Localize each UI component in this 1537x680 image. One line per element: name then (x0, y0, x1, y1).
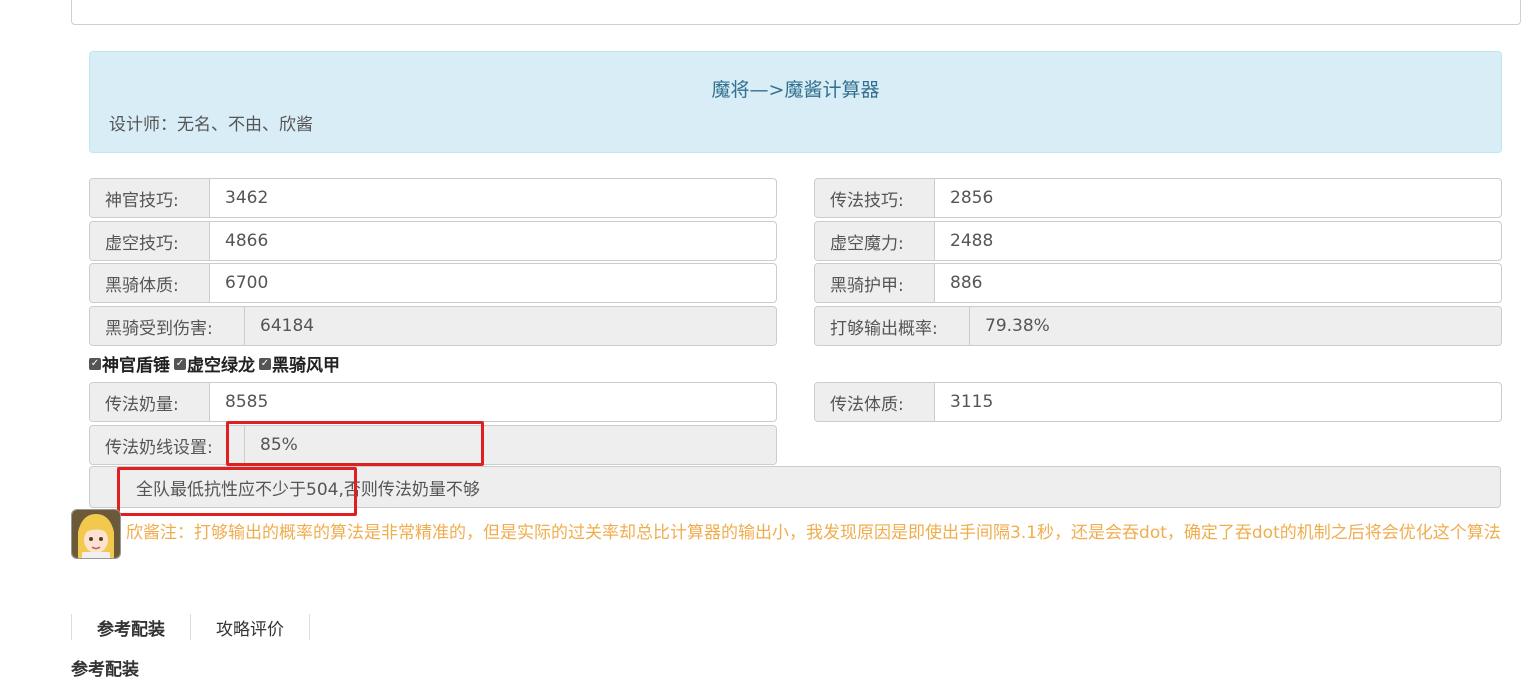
checkbox-heiqi-armor[interactable]: ✓ 黑骑风甲 (259, 351, 340, 376)
calculator-banner: 魔将—>魔酱计算器 设计师：无名、不由、欣酱 (89, 51, 1502, 153)
field-label: 虚空技巧: (90, 222, 210, 260)
bottom-tabs: 参考配装 攻略评价 (71, 614, 310, 640)
heiqi-armor-input[interactable]: 886 (935, 264, 1501, 302)
section-heading: 参考配装 (71, 660, 139, 680)
check-icon: ✓ (259, 357, 271, 370)
field-heiqi-damage: 黑骑受到伤害: 64184 (89, 306, 777, 346)
field-output-probability: 打够输出概率: 79.38% (814, 306, 1502, 346)
field-heiqi-physique: 黑骑体质: 6700 (89, 263, 777, 303)
output-probability-output: 79.38% (970, 307, 1501, 345)
equipment-checkboxes: ✓ 神官盾锤 ✓ 虚空绿龙 ✓ 黑骑风甲 (89, 351, 340, 376)
heiqi-damage-output: 64184 (245, 307, 776, 345)
xukong-skill-input[interactable]: 4866 (210, 222, 776, 260)
field-label: 黑骑受到伤害: (90, 307, 245, 345)
field-heiqi-armor: 黑骑护甲: 886 (814, 263, 1502, 303)
field-label: 神官技巧: (90, 179, 210, 217)
check-icon: ✓ (174, 357, 186, 370)
field-label: 黑骑护甲: (815, 264, 935, 302)
chuanfa-heal-input[interactable]: 8585 (210, 383, 776, 421)
field-label: 传法奶量: (90, 383, 210, 421)
field-chuanfa-physique: 传法体质: 3115 (814, 382, 1502, 422)
checkbox-label: 黑骑风甲 (272, 356, 340, 376)
tab-strategy-review[interactable]: 攻略评价 (190, 614, 310, 640)
checkbox-xukong-dragon[interactable]: ✓ 虚空绿龙 (174, 351, 255, 376)
designer-credits: 设计师：无名、不由、欣酱 (109, 115, 313, 135)
checkbox-label: 神官盾锤 (102, 356, 170, 376)
author-note: 欣酱注：打够输出的概率的算法是非常精准的，但是实际的过关率却总比计算器的输出小，… (126, 523, 1501, 543)
field-label: 传法体质: (815, 383, 935, 421)
notice-rest: 否则传法奶量不够 (343, 479, 480, 500)
chuanfa-physique-input[interactable]: 3115 (935, 383, 1501, 421)
field-label: 传法技巧: (815, 179, 935, 217)
field-label: 黑骑体质: (90, 264, 210, 302)
top-input-box[interactable] (71, 0, 1521, 25)
field-xukong-magic: 虚空魔力: 2488 (814, 221, 1502, 261)
field-shenguan-skill: 神官技巧: 3462 (89, 178, 777, 218)
field-chuanfa-skill: 传法技巧: 2856 (814, 178, 1502, 218)
tab-reference-gear[interactable]: 参考配装 (71, 614, 190, 640)
field-label: 虚空魔力: (815, 222, 935, 260)
highlight-box-threshold (226, 421, 484, 466)
shenguan-skill-input[interactable]: 3462 (210, 179, 776, 217)
field-label: 打够输出概率: (815, 307, 970, 345)
checkbox-label: 虚空绿龙 (187, 356, 255, 376)
highlight-box-resistance (117, 467, 357, 516)
page-title: 魔将—>魔酱计算器 (711, 79, 880, 101)
xukong-magic-input[interactable]: 2488 (935, 222, 1501, 260)
field-xukong-skill: 虚空技巧: 4866 (89, 221, 777, 261)
check-icon: ✓ (89, 357, 101, 370)
chuanfa-skill-input[interactable]: 2856 (935, 179, 1501, 217)
checkbox-shenguan-hammer[interactable]: ✓ 神官盾锤 (89, 351, 170, 376)
field-label: 传法奶线设置: (90, 426, 245, 464)
heiqi-physique-input[interactable]: 6700 (210, 264, 776, 302)
field-chuanfa-heal: 传法奶量: 8585 (89, 382, 777, 422)
